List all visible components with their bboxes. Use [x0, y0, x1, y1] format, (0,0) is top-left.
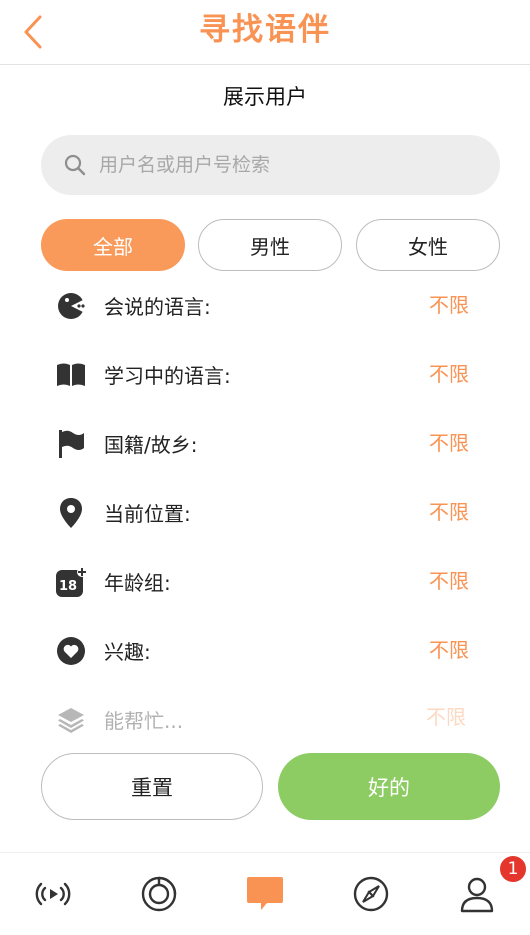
filter-male-button[interactable]: 男性: [198, 219, 342, 271]
profile-icon: [460, 877, 494, 913]
filter-label: 国籍/故乡:: [104, 433, 198, 457]
filter-all-button[interactable]: 全部: [41, 219, 185, 271]
ok-button[interactable]: 好的: [278, 753, 500, 820]
live-broadcast-icon: [35, 882, 71, 906]
book-icon: [55, 359, 87, 391]
filter-label: 会说的语言:: [104, 295, 211, 319]
filter-value: 不限: [429, 569, 469, 593]
filter-label: 当前位置:: [104, 502, 191, 526]
filter-female-button[interactable]: 女性: [356, 219, 500, 271]
tab-moments[interactable]: [106, 853, 212, 935]
tab-chat[interactable]: [212, 853, 318, 935]
filter-value: 不限: [429, 500, 469, 524]
tab-live[interactable]: [0, 853, 106, 935]
tab-discover[interactable]: [318, 853, 424, 935]
filter-label: 兴趣:: [104, 640, 151, 664]
filter-row-nationality[interactable]: 国籍/故乡: 不限: [0, 410, 530, 479]
age-18-plus-icon: 18: [55, 566, 87, 598]
filter-row-speaking-language[interactable]: 会说的语言: 不限: [0, 272, 530, 341]
notification-badge: 1: [498, 854, 528, 884]
filter-label: 能帮忙...: [104, 709, 184, 733]
filter-value: 不限: [429, 638, 469, 662]
header: 寻找语伴: [0, 0, 530, 65]
location-pin-icon: [55, 497, 87, 529]
filter-label: 学习中的语言:: [104, 364, 231, 388]
filter-value: 不限: [429, 431, 469, 455]
filter-value: 不限: [429, 362, 469, 386]
filter-row-current-location[interactable]: 当前位置: 不限: [0, 479, 530, 548]
chat-icon: [247, 877, 283, 910]
filter-row-interests[interactable]: 兴趣: 不限: [0, 617, 530, 686]
filter-row-learning-language[interactable]: 学习中的语言: 不限: [0, 341, 530, 410]
flag-icon: [55, 428, 87, 460]
moments-icon: [141, 876, 177, 912]
filter-row-can-help[interactable]: 能帮忙... 不限: [0, 686, 530, 755]
layers-icon: [55, 704, 87, 736]
svg-text:18: 18: [59, 579, 77, 594]
bottom-tab-bar: [0, 852, 530, 935]
search-icon: [63, 153, 87, 177]
reset-button[interactable]: 重置: [41, 753, 263, 820]
search-bar: [41, 135, 500, 195]
language-speak-icon: [55, 290, 87, 322]
filter-label: 年龄组:: [104, 571, 171, 595]
section-title: 展示用户: [223, 85, 307, 109]
page-title: 寻找语伴: [199, 12, 331, 48]
filter-value: 不限: [429, 293, 469, 317]
filter-row-age-group[interactable]: 18 年龄组: 不限: [0, 548, 530, 617]
filter-value: 不限: [426, 705, 466, 729]
compass-icon: [353, 876, 389, 912]
search-input[interactable]: [97, 153, 481, 177]
heart-icon: [55, 635, 87, 667]
